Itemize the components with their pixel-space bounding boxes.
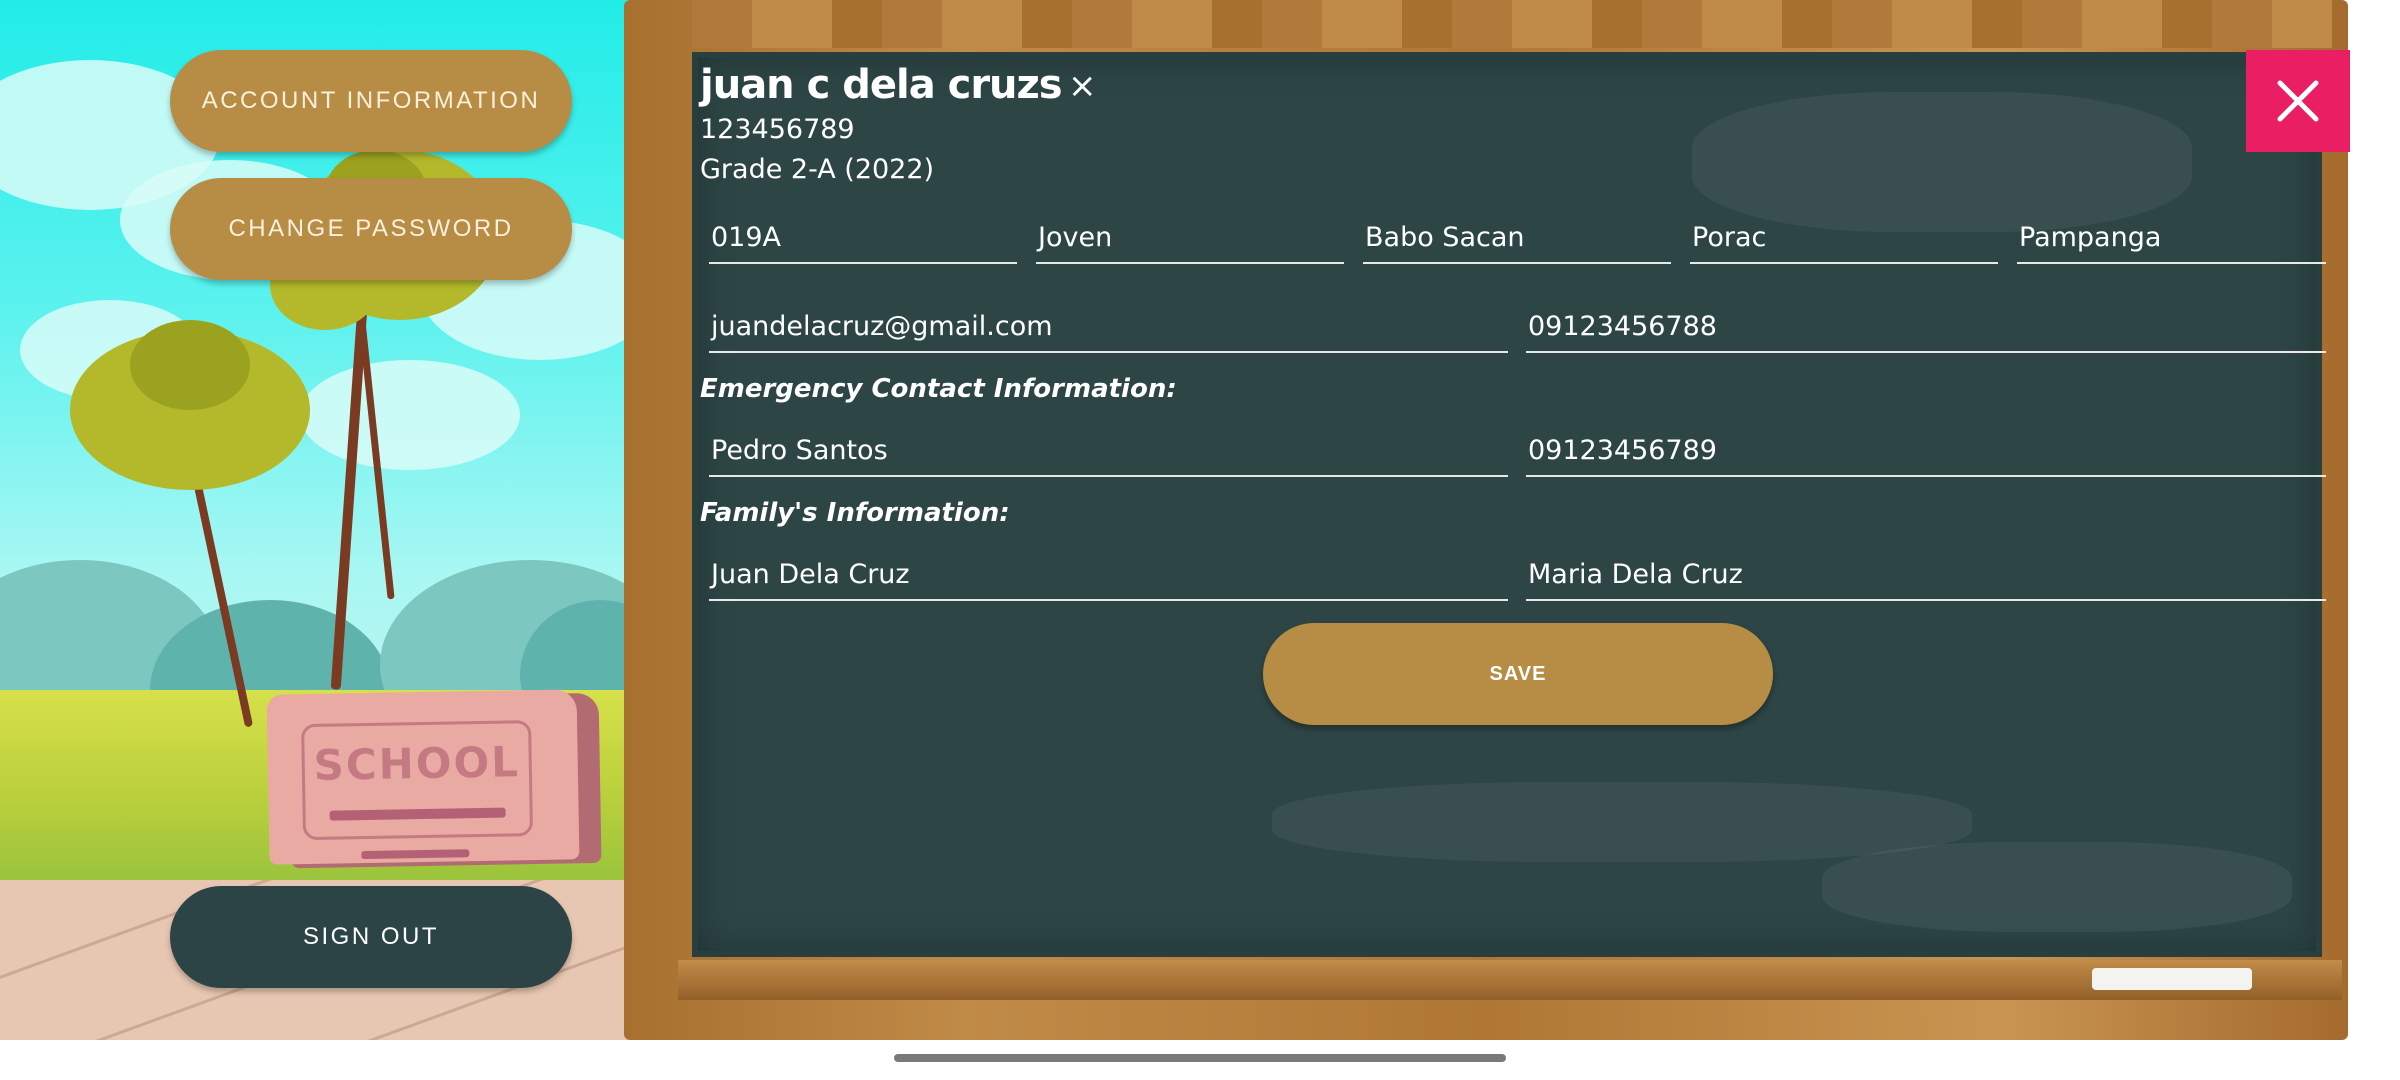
student-id: 123456789	[700, 114, 855, 145]
school-sign-text: SCHOOL	[313, 737, 521, 790]
sign-line	[329, 807, 506, 821]
chalk-smudge	[1692, 92, 2192, 232]
emergency-name-field[interactable]: Pedro Santos	[709, 425, 1508, 477]
sign-out-button[interactable]: SIGN OUT	[170, 886, 572, 988]
close-button[interactable]	[2246, 50, 2350, 152]
chalk-smudge	[1822, 842, 2292, 932]
barangay-field[interactable]: Babo Sacan	[1363, 212, 1671, 264]
save-button[interactable]: SAVE	[1263, 623, 1773, 725]
emergency-contact-heading: Emergency Contact Information:	[700, 374, 1177, 404]
school-sign: SCHOOL	[266, 689, 580, 865]
chalk-smudge	[1272, 782, 1972, 862]
street-field[interactable]: Joven	[1036, 212, 1344, 264]
emergency-phone-field[interactable]: 09123456789	[1526, 425, 2326, 477]
school-sign-panel: SCHOOL	[301, 720, 534, 841]
municipality-field[interactable]: Porac	[1690, 212, 1998, 264]
chalk-piece	[2092, 968, 2252, 990]
change-password-button[interactable]: CHANGE PASSWORD	[170, 178, 572, 280]
home-indicator[interactable]	[894, 1054, 1506, 1062]
grade-section: Grade 2-A (2022)	[700, 154, 935, 185]
clear-name-icon[interactable]: ×	[1068, 66, 1097, 106]
school-background: SCHOOL	[0, 0, 640, 1040]
close-icon	[2277, 80, 2319, 122]
account-information-button[interactable]: ACCOUNT INFORMATION	[170, 50, 572, 152]
sign-line	[361, 849, 470, 860]
phone-field[interactable]: 09123456788	[1526, 301, 2326, 353]
email-field[interactable]: juandelacruz@gmail.com	[709, 301, 1508, 353]
family-information-heading: Family's Information:	[700, 498, 1010, 528]
cloud	[300, 360, 520, 470]
tree-canopy	[130, 320, 250, 410]
province-field[interactable]: Pampanga	[2017, 212, 2326, 264]
father-name-field[interactable]: Juan Dela Cruz	[709, 549, 1508, 601]
chalkboard-frame-top	[692, 0, 2332, 48]
mother-name-field[interactable]: Maria Dela Cruz	[1526, 549, 2326, 601]
house-number-field[interactable]: 019A	[709, 212, 1017, 264]
student-name: juan c dela cruzs	[700, 62, 1063, 108]
